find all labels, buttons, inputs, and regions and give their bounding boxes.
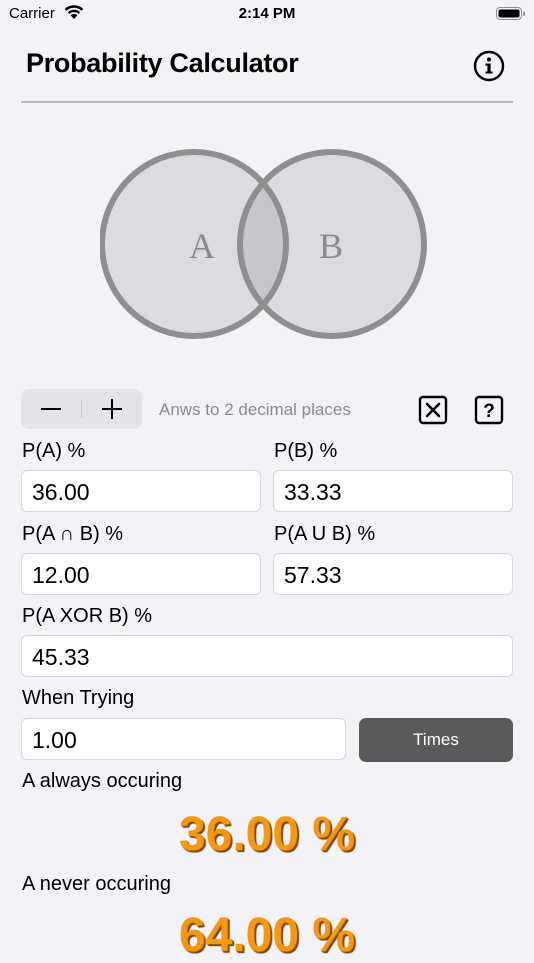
pa-input[interactable]: 36.00 [21,470,261,512]
venn-label-b: B [319,226,343,266]
pa-label: P(A) % [22,440,86,462]
clear-button[interactable] [418,395,448,430]
trying-label: When Trying [22,687,135,709]
pxor-label: P(A XOR B) % [22,605,153,627]
status-bar: Carrier 2:14 PM [0,0,534,30]
question-icon: ? [474,395,504,425]
info-icon [473,50,505,82]
paub-input[interactable]: 57.33 [273,553,513,595]
never-label: A never occuring [22,873,171,895]
decimal-places-hint: Anws to 2 decimal places [159,400,351,419]
paub-label: P(A U B) % [274,523,376,545]
svg-text:?: ? [483,401,495,422]
always-result: 36.00 % [178,808,356,861]
pab-label: P(A ∩ B) % [22,523,124,545]
pb-label: P(B) % [274,440,338,462]
never-result: 64.00 % [178,909,356,962]
trying-input[interactable]: 1.00 [21,718,346,760]
clock: 2:14 PM [238,5,296,22]
pxor-input[interactable]: 45.33 [21,635,513,677]
times-button[interactable]: Times [359,718,513,762]
venn-label-a: A [189,226,215,266]
battery-icon [496,6,526,27]
clear-x-icon [418,395,448,425]
decrement-button[interactable] [21,389,81,429]
header-divider [21,101,513,103]
decimal-stepper[interactable] [21,389,142,429]
page-title: Probability Calculator [26,48,299,78]
venn-diagram: A B [100,149,427,339]
pb-input[interactable]: 33.33 [273,470,513,512]
always-label: A always occuring [22,770,183,792]
pab-input[interactable]: 12.00 [21,553,261,595]
info-button[interactable] [473,50,505,82]
minus-icon [41,408,61,410]
increment-button[interactable] [82,389,142,429]
help-button[interactable]: ? [474,395,504,430]
plus-icon [102,399,122,419]
